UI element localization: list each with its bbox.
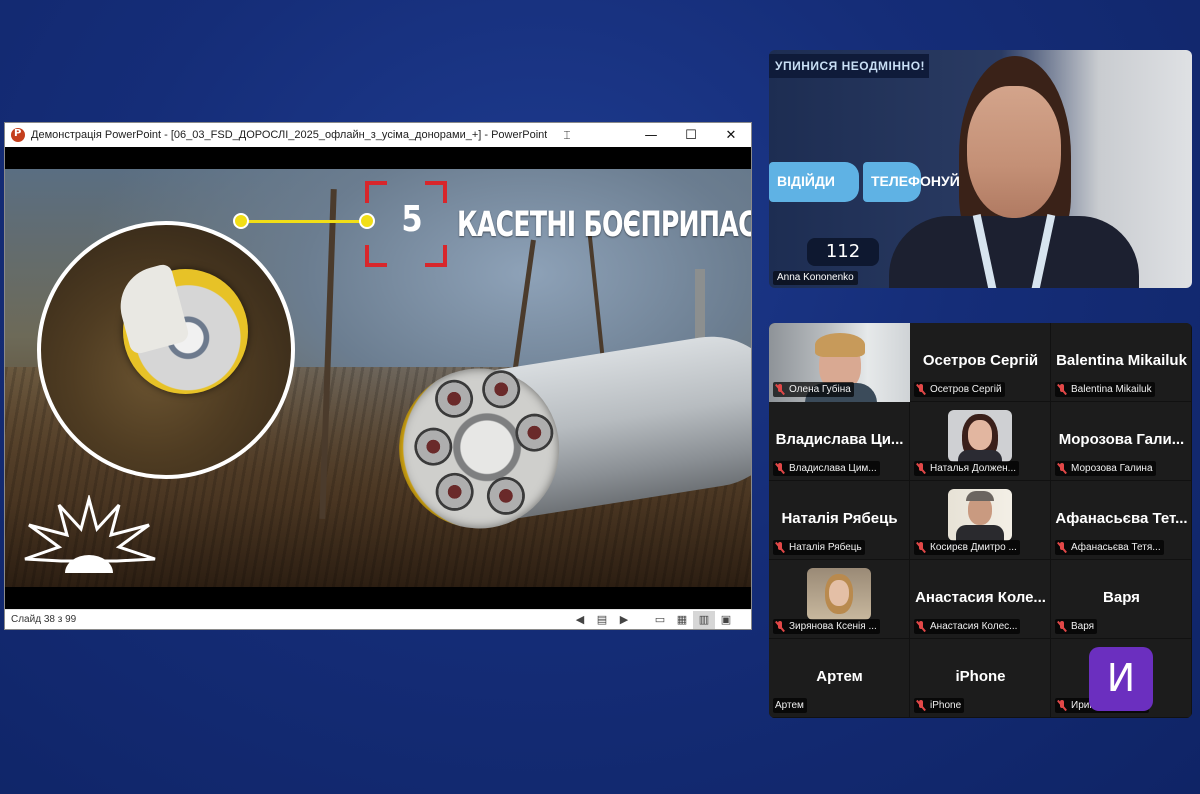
mic-off-icon [916,463,926,474]
banner-pills: ВІДІЙДИ ТЕЛЕФОНУЙ [769,162,960,202]
status-bar: Слайд 38 з 99 ◀ ▤ ▶ ▭ ▦ ▥ ▣ [5,609,751,629]
participant-gallery[interactable]: Олена Губіна Осетров Сергій Осетров Серг… [769,323,1192,718]
avatar: И [1089,647,1153,711]
participant-tile[interactable]: Анастасия Коле... Анастасия Колес... [910,560,1051,639]
mic-off-icon [1057,542,1067,553]
participant-name: Владислава Ци... [775,431,904,448]
mic-off-icon [775,542,785,553]
connector-line [241,220,371,223]
mic-off-icon [916,700,926,711]
close-button[interactable]: ✕ [711,123,751,147]
participant-label: iPhone [914,698,965,713]
phone-number-badge: 112 [807,238,879,266]
connector-dot [233,213,249,229]
bracket-corner [365,181,387,203]
mic-off-icon [916,542,926,553]
slide-menu-icon[interactable]: ▤ [591,611,613,629]
participant-label: Наталья Должен... [914,461,1020,476]
banner-text: УПИНИСЯ НЕОДМІННО! [769,54,929,78]
person-face [967,86,1061,218]
mic-off-icon [1057,700,1067,711]
participant-label: Артем [773,698,807,713]
participant-video [948,410,1012,462]
bracket-corner [425,245,447,267]
maximize-button[interactable]: ☐ [671,123,711,147]
presenter-name-tag: Anna Kononenko [773,271,858,285]
mic-off-icon [775,463,785,474]
mic-off-icon [1057,621,1067,632]
participant-video [807,568,871,620]
participant-label: Морозова Галина [1055,461,1156,476]
participant-label: Balentina Mikailuk [1055,382,1155,397]
slideshow-icon[interactable]: ▣ [715,611,737,629]
presenter-video[interactable]: УПИНИСЯ НЕОДМІННО! ВІДІЙДИ ТЕЛЕФОНУЙ 112… [769,50,1192,288]
mic-off-icon [775,384,785,395]
participant-tile[interactable]: Осетров Сергій Осетров Сергій [910,323,1051,402]
window-controls: — ☐ ✕ [631,123,751,147]
person-body [889,216,1139,288]
slide-heading: КАСЕТНІ БОЄПРИПАСИ [457,205,751,245]
participant-name: Афанасьєва Тет... [1055,510,1188,527]
participant-video [948,489,1012,541]
participant-name: Анастасия Коле... [915,589,1046,606]
participant-label: Косирєв Дмитро ... [914,540,1020,555]
participant-tile[interactable]: Морозова Гали... Морозова Галина [1051,402,1192,481]
previous-slide-icon[interactable]: ◀ [569,611,591,629]
bracket-corner [365,245,387,267]
powerpoint-icon [11,128,25,142]
participant-label: Олена Губіна [773,382,854,397]
banner-pill: ТЕЛЕФОНУЙ [863,162,960,202]
participant-tile[interactable]: Наталья Должен... [910,402,1051,481]
participant-label: Владислава Цим... [773,461,880,476]
participant-tile[interactable]: Олена Губіна [769,323,910,402]
participant-tile[interactable]: Зирянова Ксенія ... [769,560,910,639]
participant-tile[interactable]: Артем Артем [769,639,910,718]
participant-name: iPhone [955,668,1006,685]
banner-pill: ВІДІЙДИ [769,162,859,202]
status-controls: ◀ ▤ ▶ ▭ ▦ ▥ ▣ [569,610,737,629]
participant-name: Наталія Рябець [781,510,898,527]
window-title: Демонстрація PowerPoint - [06_03_FSD_ДОР… [31,129,548,141]
inset-photo [37,221,295,479]
connector-dot [359,213,375,229]
slide-sorter-icon[interactable]: ▦ [671,611,693,629]
participant-name: Варя [1103,589,1140,606]
mic-off-icon [1057,384,1067,395]
powerpoint-window[interactable]: Демонстрація PowerPoint - [06_03_FSD_ДОР… [4,122,752,630]
participant-name: Морозова Гали... [1058,431,1185,448]
slide-counter: Слайд 38 з 99 [11,614,77,625]
participant-label: Варя [1055,619,1098,634]
participant-label: Зирянова Ксенія ... [773,619,880,634]
participant-tile[interactable]: Наталія Рябець Наталія Рябець [769,481,910,560]
participant-label: Осетров Сергій [914,382,1005,397]
reading-view-icon[interactable]: ▥ [693,610,715,629]
participant-tile[interactable]: Владислава Ци... Владислава Цим... [769,402,910,481]
next-slide-icon[interactable]: ▶ [613,611,635,629]
mic-off-icon [775,621,785,632]
participant-name: Осетров Сергій [922,352,1039,369]
slide-topic-number: 5 [401,199,423,240]
text-cursor-icon: ⌶ [563,127,571,142]
participant-name: Артем [816,668,863,685]
normal-view-icon[interactable]: ▭ [649,611,671,629]
participant-label: Наталія Рябець [773,540,865,555]
participant-tile[interactable]: Balentina Mikailuk Balentina Mikailuk [1051,323,1192,402]
window-titlebar[interactable]: Демонстрація PowerPoint - [06_03_FSD_ДОР… [5,123,751,147]
participant-tile[interactable]: Косирєв Дмитро ... [910,481,1051,560]
participant-label: Анастасия Колес... [914,619,1021,634]
mic-off-icon [1057,463,1067,474]
participant-tile[interactable]: iPhone iPhone [910,639,1051,718]
slide-viewport[interactable]: 5 КАСЕТНІ БОЄПРИПАСИ [5,147,751,609]
participant-name: Balentina Mikailuk [1056,352,1187,369]
participant-tile[interactable]: Варя Варя [1051,560,1192,639]
participant-label: Афанасьєва Тетя... [1055,540,1164,555]
mic-off-icon [916,384,926,395]
mic-off-icon [916,621,926,632]
participant-tile[interactable]: Афанасьєва Тет... Афанасьєва Тетя... [1051,481,1192,560]
explosion-logo-icon [24,495,156,573]
minimize-button[interactable]: — [631,123,671,147]
slide-canvas: 5 КАСЕТНІ БОЄПРИПАСИ [5,169,751,587]
